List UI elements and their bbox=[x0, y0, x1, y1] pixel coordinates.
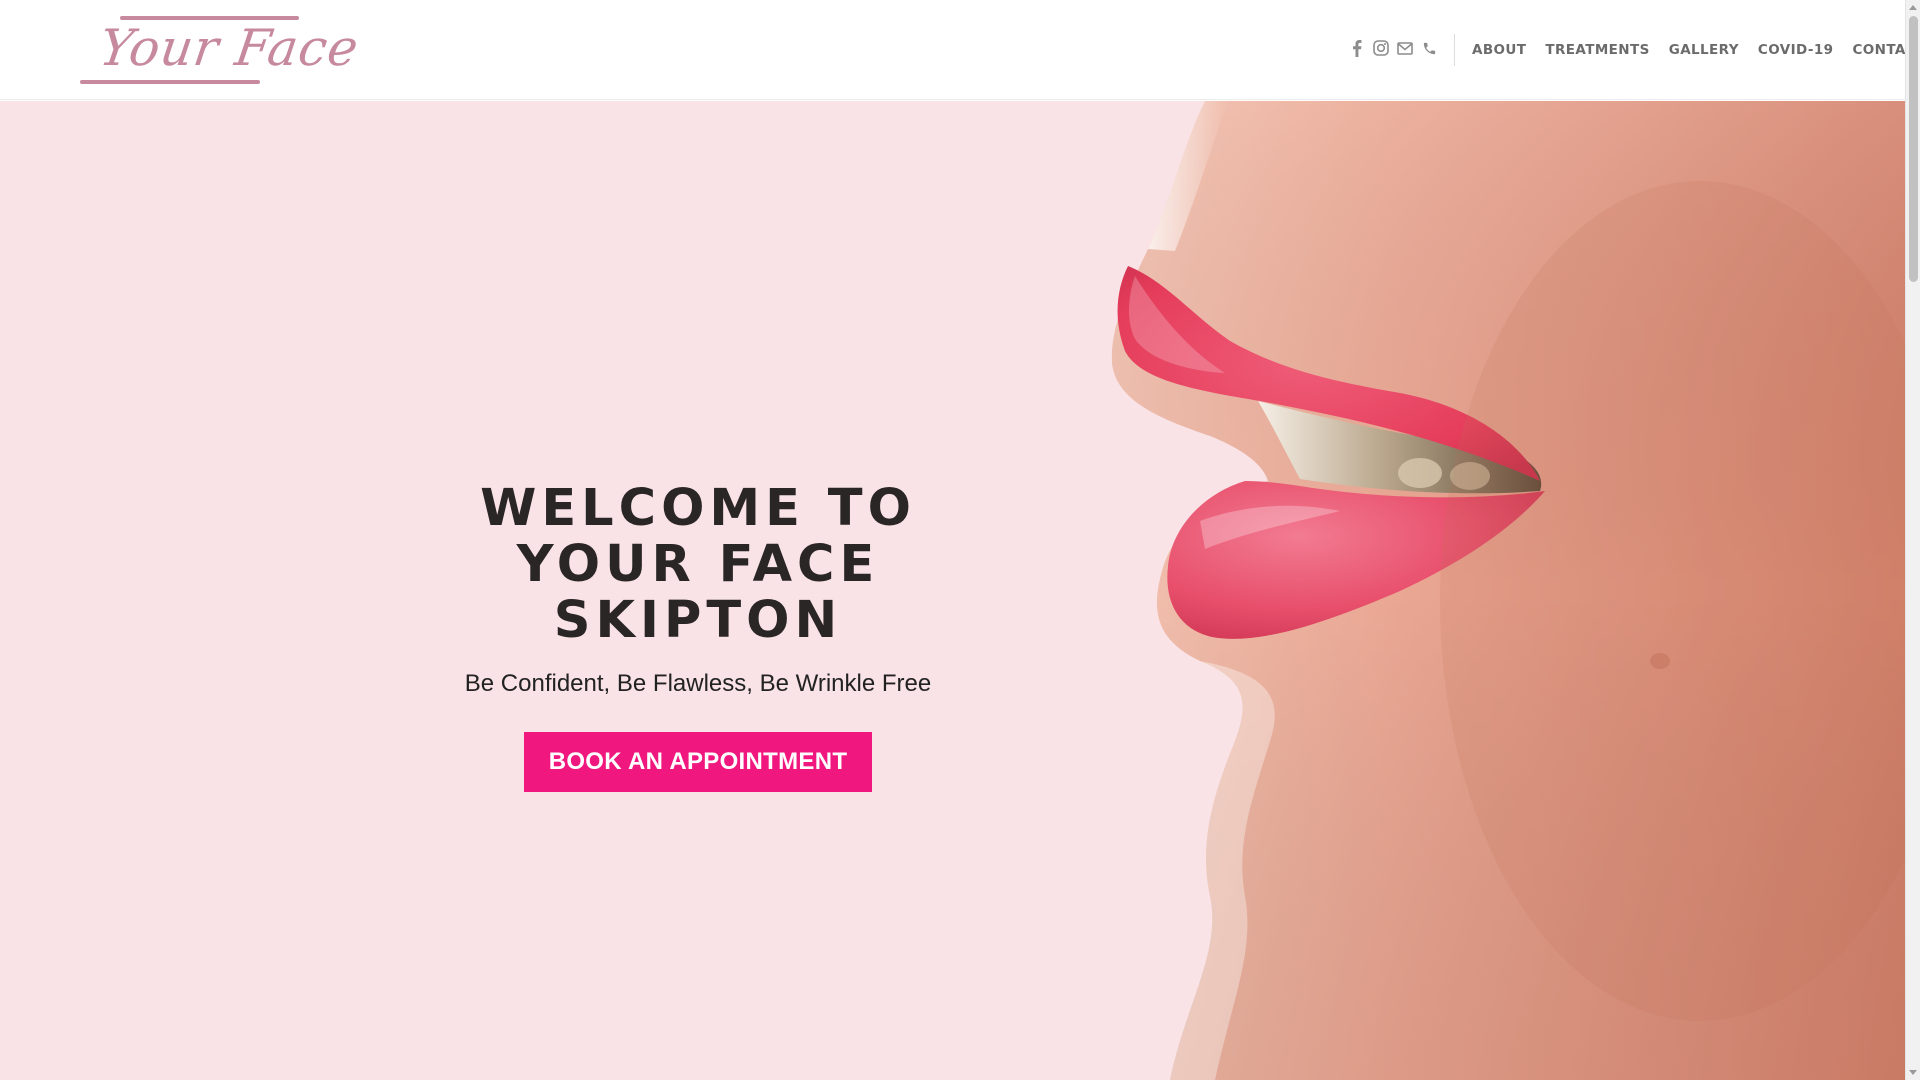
email-icon[interactable] bbox=[1393, 36, 1417, 60]
phone-icon[interactable] bbox=[1417, 36, 1441, 60]
main-nav: ABOUT TREATMENTS GALLERY COVID-19 CONTAC… bbox=[1472, 38, 1905, 62]
nav-contact[interactable]: CONTACT bbox=[1852, 42, 1905, 58]
instagram-icon[interactable] bbox=[1369, 36, 1393, 60]
hero-content: WELCOME TO YOUR FACE SKIPTON Be Confiden… bbox=[440, 481, 956, 792]
page-scrollbar[interactable] bbox=[1905, 0, 1920, 1080]
scrollbar-thumb[interactable] bbox=[1909, 16, 1918, 282]
header-divider bbox=[1454, 34, 1455, 66]
facebook-icon[interactable] bbox=[1345, 36, 1369, 60]
scroll-up-arrow-icon[interactable] bbox=[1909, 5, 1917, 10]
nav-covid[interactable]: COVID-19 bbox=[1758, 42, 1834, 58]
hero-subtitle: Be Confident, Be Flawless, Be Wrinkle Fr… bbox=[464, 670, 932, 697]
scroll-down-arrow-icon[interactable] bbox=[1909, 1070, 1917, 1075]
logo-text: Your Face bbox=[95, 19, 363, 77]
hero-section: WELCOME TO YOUR FACE SKIPTON Be Confiden… bbox=[0, 101, 1905, 1080]
nav-about[interactable]: ABOUT bbox=[1472, 42, 1526, 58]
book-appointment-button[interactable]: BOOK AN APPOINTMENT bbox=[524, 732, 872, 792]
nav-gallery[interactable]: GALLERY bbox=[1669, 42, 1739, 58]
site-logo[interactable]: Your Face bbox=[78, 14, 363, 88]
logo-bottom-rule bbox=[80, 80, 260, 84]
social-links bbox=[1345, 36, 1441, 60]
site-header: Your Face ABOUT TREATMENTS GALLERY COVID… bbox=[0, 0, 1905, 100]
page: Your Face ABOUT TREATMENTS GALLERY COVID… bbox=[0, 0, 1905, 1080]
hero-title: WELCOME TO YOUR FACE SKIPTON bbox=[480, 479, 916, 650]
nav-treatments[interactable]: TREATMENTS bbox=[1545, 42, 1649, 58]
